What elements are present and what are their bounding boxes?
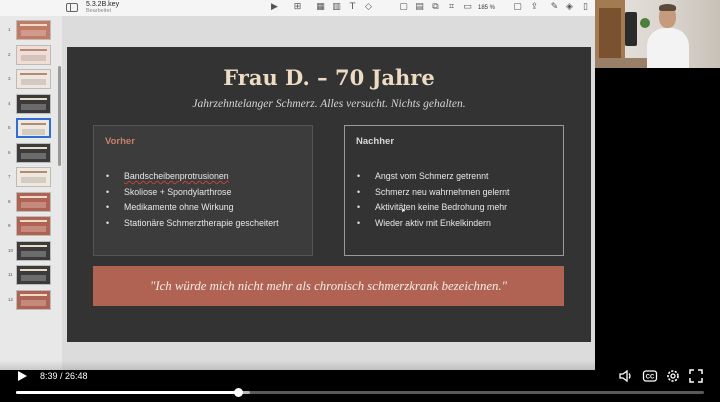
slide-number: 11 bbox=[8, 272, 13, 277]
after-heading: Nachher bbox=[356, 136, 395, 147]
settings-icon[interactable] bbox=[665, 368, 681, 384]
slide-thumbnail[interactable] bbox=[16, 44, 51, 65]
zoom-level[interactable]: 185 % bbox=[478, 3, 495, 13]
slide-thumbnail[interactable] bbox=[16, 93, 51, 114]
after-box[interactable]: Nachher Angst vom Schmerz getrennt Schme… bbox=[344, 125, 564, 256]
slide-thumbnail[interactable] bbox=[16, 191, 51, 212]
attach-icon[interactable]: ⌗ bbox=[446, 2, 457, 13]
quote-box[interactable]: "Ich würde mich nicht mehr als chronisch… bbox=[93, 266, 564, 306]
comment-icon[interactable]: ▤ bbox=[414, 2, 425, 13]
slide-thumbnail[interactable] bbox=[16, 289, 51, 310]
comment-bubble-icon[interactable]: ▢ bbox=[512, 2, 523, 13]
table-icon[interactable]: ▦ bbox=[315, 2, 326, 13]
play-slideshow-icon[interactable]: ▶ bbox=[269, 2, 280, 13]
slide-thumbnail[interactable] bbox=[16, 167, 51, 187]
slide-number: 3 bbox=[8, 76, 11, 81]
text-icon[interactable]: T bbox=[347, 2, 358, 13]
webcam-overlay bbox=[595, 0, 720, 68]
add-slide-icon[interactable]: ⊞ bbox=[292, 2, 303, 13]
fullscreen-icon[interactable] bbox=[688, 368, 704, 384]
volume-icon[interactable] bbox=[618, 368, 634, 384]
svg-text:CC: CC bbox=[646, 375, 655, 381]
slide-number: 1 bbox=[8, 27, 11, 32]
chart-icon[interactable]: ▥ bbox=[331, 2, 342, 13]
shape-icon[interactable]: ◇ bbox=[363, 2, 374, 13]
slide-thumbnail[interactable] bbox=[16, 20, 51, 40]
slide-thumbnail[interactable] bbox=[16, 216, 51, 236]
mouse-cursor-icon bbox=[402, 207, 406, 213]
slide-thumbnail[interactable] bbox=[16, 240, 51, 261]
animate-icon[interactable]: ◈ bbox=[564, 2, 575, 13]
slide-number: 10 bbox=[8, 247, 14, 253]
after-list: Angst vom Schmerz getrennt Schmerz neu w… bbox=[355, 169, 509, 231]
progress-bar[interactable] bbox=[16, 388, 704, 397]
before-heading: Vorher bbox=[105, 136, 135, 147]
document-icon[interactable]: ▭ bbox=[462, 2, 473, 13]
slide-navigator: 1 2 3 4 5 6 7 8 9 10 11 12 bbox=[0, 16, 62, 370]
slide-number: 8 bbox=[8, 198, 11, 204]
slide-number: 6 bbox=[8, 149, 11, 155]
slide-thumbnail[interactable] bbox=[16, 265, 51, 285]
before-item: Stationäre Schmerztherapie gescheitert bbox=[104, 216, 279, 232]
document-setup-icon[interactable]: ▯ bbox=[580, 2, 591, 13]
after-item: Aktivitäten keine Bedrohung mehr bbox=[355, 200, 509, 216]
slide-number: 7 bbox=[8, 174, 11, 179]
after-item: Angst vom Schmerz getrennt bbox=[355, 169, 509, 185]
media-icon[interactable]: ▢ bbox=[398, 2, 409, 13]
before-item: Skoliose + Spondylarthrose bbox=[104, 185, 279, 201]
slide-subtitle[interactable]: Jahrzehntelanger Schmerz. Alles versucht… bbox=[67, 98, 591, 110]
slide-number: 12 bbox=[8, 296, 14, 302]
progress-fill bbox=[16, 391, 239, 394]
navigator-scrollbar[interactable] bbox=[58, 66, 61, 166]
keynote-window: 5.3.2B.key Bearbeitet ▶ ⊞ ▦ ▥ T ◇ ▢ ▤ ⧉ … bbox=[0, 0, 595, 370]
player-controls-bg bbox=[0, 360, 720, 402]
document-status: Bearbeitet bbox=[86, 8, 112, 14]
slide-thumbnail[interactable] bbox=[16, 118, 51, 138]
slide-number: 9 bbox=[8, 223, 11, 228]
quote-text: "Ich würde mich nicht mehr als chronisch… bbox=[149, 279, 507, 293]
slide-title[interactable]: Frau D. – 70 Jahre bbox=[67, 65, 591, 90]
slide-number: 2 bbox=[8, 51, 11, 57]
before-item: Medikamente ohne Wirkung bbox=[104, 200, 279, 216]
toolbar: 5.3.2B.key Bearbeitet ▶ ⊞ ▦ ▥ T ◇ ▢ ▤ ⧉ … bbox=[0, 0, 595, 17]
slide[interactable]: Frau D. – 70 Jahre Jahrzehntelanger Schm… bbox=[67, 47, 591, 342]
after-item: Wieder aktiv mit Enkelkindern bbox=[355, 216, 509, 232]
slide-thumbnail[interactable] bbox=[16, 142, 51, 163]
format-icon[interactable]: ⧉ bbox=[430, 2, 441, 13]
before-item: Bandscheibenprotrusionen bbox=[104, 169, 279, 185]
sidebar-toggle-icon[interactable] bbox=[66, 3, 78, 12]
play-icon[interactable] bbox=[16, 370, 28, 382]
share-icon[interactable]: ⇪ bbox=[529, 2, 540, 13]
time-display: 8:39 / 26:48 bbox=[40, 371, 88, 381]
brush-icon[interactable]: ✎ bbox=[549, 2, 560, 13]
slide-thumbnail[interactable] bbox=[16, 69, 51, 89]
slide-number: 4 bbox=[8, 100, 11, 106]
before-box[interactable]: Vorher Bandscheibenprotrusionen Skoliose… bbox=[93, 125, 313, 256]
after-item: Schmerz neu wahrnehmen gelernt bbox=[355, 185, 509, 201]
captions-icon[interactable]: CC bbox=[642, 368, 658, 384]
slide-number: 5 bbox=[8, 125, 11, 130]
before-list: Bandscheibenprotrusionen Skoliose + Spon… bbox=[104, 169, 279, 231]
